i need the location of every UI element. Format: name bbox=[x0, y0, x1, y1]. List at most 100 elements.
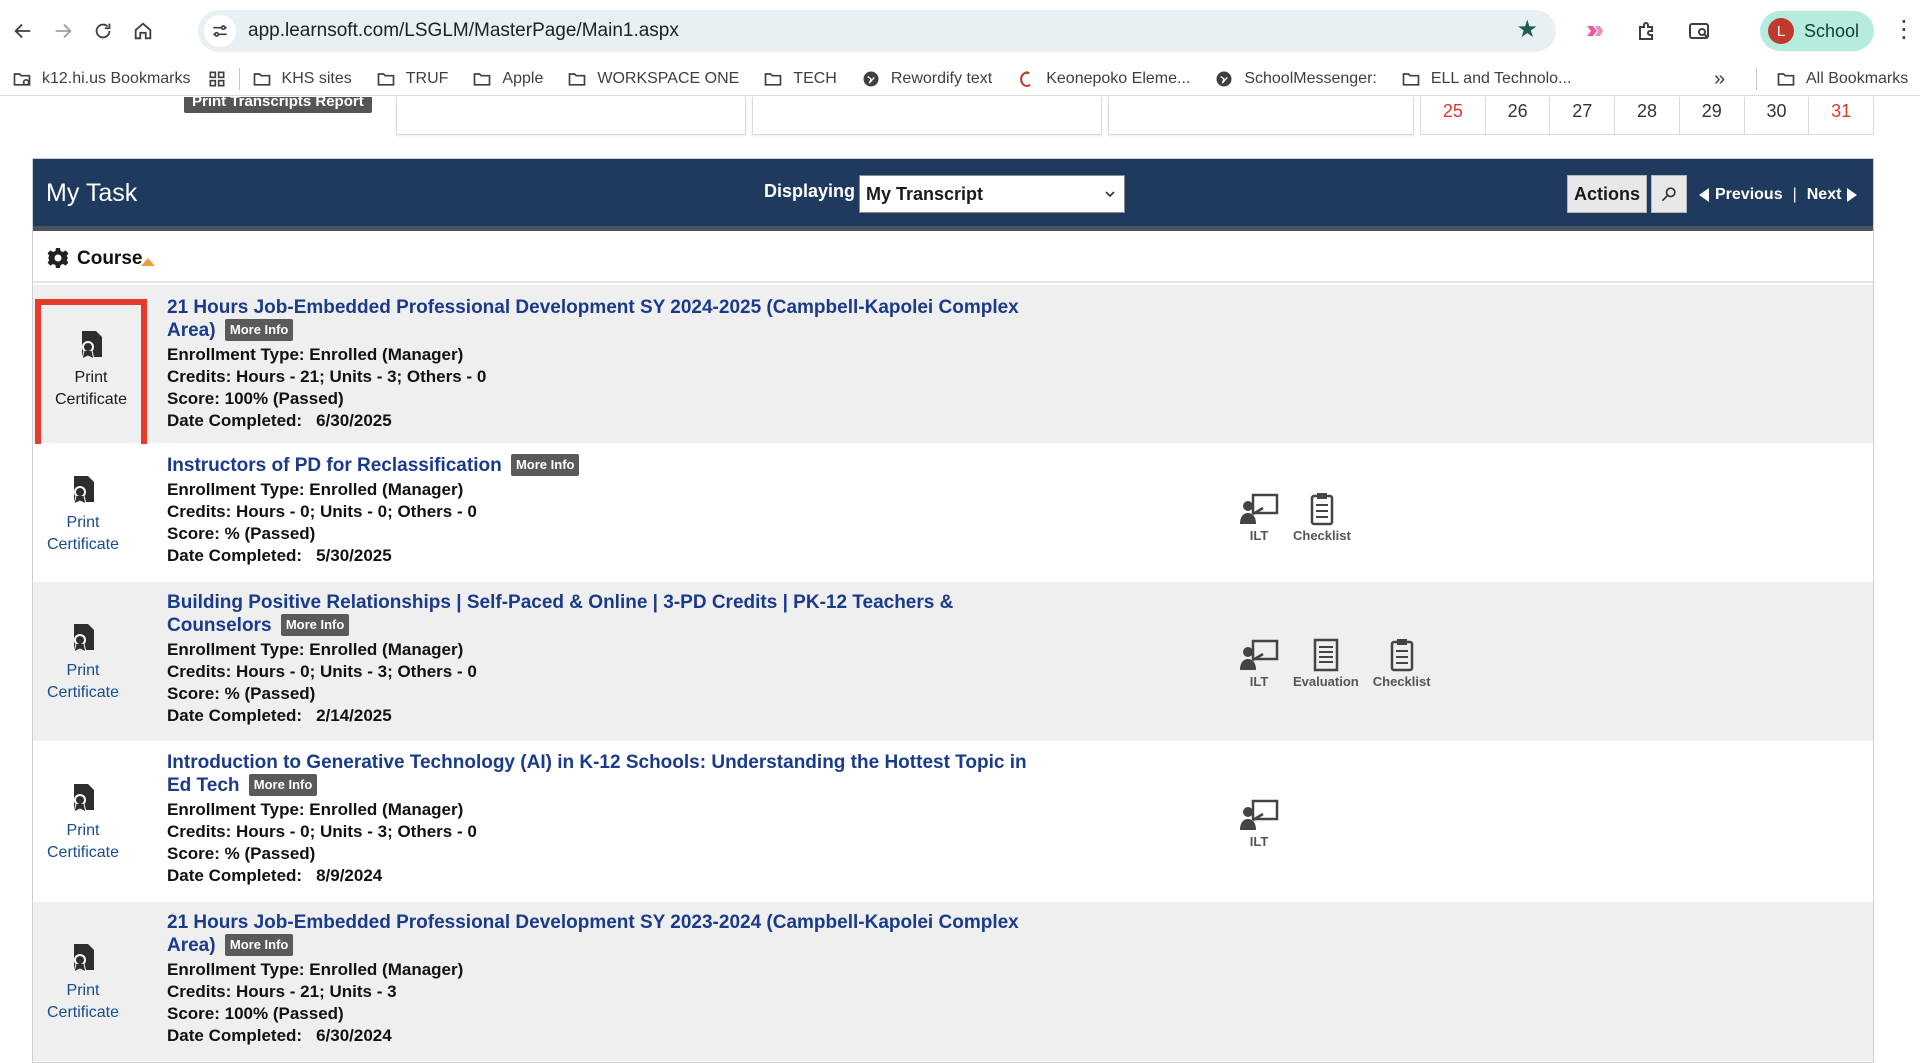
more-menu-icon[interactable]: ⋮ bbox=[1892, 18, 1916, 46]
bookmark-rewordify[interactable]: Rewordify text bbox=[861, 69, 992, 89]
course-title-text[interactable]: Instructors of PD for Reclassification bbox=[167, 455, 502, 476]
score: Score: % (Passed) bbox=[167, 684, 316, 703]
course-title[interactable]: Introduction to Generative Technology (A… bbox=[167, 752, 1027, 797]
course-title-text[interactable]: 21 Hours Job-Embedded Professional Devel… bbox=[167, 297, 1019, 341]
date-completed: Date Completed: 5/30/2025 bbox=[167, 545, 1027, 567]
site-settings-icon[interactable] bbox=[204, 15, 236, 47]
tab-search-icon[interactable] bbox=[1679, 11, 1719, 51]
next-button[interactable]: Next bbox=[1807, 186, 1842, 204]
bookmark-khs-sites[interactable]: KHS sites bbox=[252, 69, 352, 89]
course-title-text[interactable]: 21 Hours Job-Embedded Professional Devel… bbox=[167, 912, 1019, 956]
print-label: Print bbox=[66, 662, 100, 679]
calendar-day[interactable]: 30 bbox=[1745, 97, 1810, 134]
extension-pink-icon[interactable] bbox=[1575, 11, 1615, 51]
actions-button[interactable]: Actions bbox=[1567, 175, 1647, 213]
ilt-icon[interactable]: ILT bbox=[1239, 798, 1279, 849]
more-info-button[interactable]: More Info bbox=[280, 614, 350, 636]
url-text[interactable]: app.learnsoft.com/LSGLM/MasterPage/Main1… bbox=[248, 20, 679, 42]
evaluation-icon[interactable]: Evaluation bbox=[1293, 638, 1359, 689]
course-info: 21 Hours Job-Embedded Professional Devel… bbox=[167, 912, 1027, 1047]
more-info-button[interactable]: More Info bbox=[510, 454, 580, 476]
course-title[interactable]: Instructors of PD for Reclassification M… bbox=[167, 454, 1027, 477]
top-strip: Print Transcripts Report 25 26 27 28 29 … bbox=[0, 97, 1920, 137]
evaluation-label: Evaluation bbox=[1293, 674, 1359, 689]
bookmark-star-icon[interactable]: ★ bbox=[1516, 18, 1538, 42]
course-info: 21 Hours Job-Embedded Professional Devel… bbox=[167, 297, 1027, 432]
search-button[interactable] bbox=[1651, 175, 1687, 213]
print-label: Print bbox=[74, 369, 108, 386]
calendar-day[interactable]: 31 bbox=[1809, 97, 1875, 134]
bookmark-truf[interactable]: TRUF bbox=[376, 69, 448, 89]
calendar-week: 25 26 27 28 29 30 31 bbox=[1420, 97, 1875, 135]
print-certificate-button[interactable]: Print Certificate bbox=[43, 942, 123, 1024]
print-certificate-button[interactable]: Print Certificate bbox=[43, 782, 123, 864]
back-arrow-icon[interactable] bbox=[6, 14, 40, 48]
previous-button[interactable]: Previous bbox=[1715, 186, 1783, 204]
checklist-icon[interactable]: Checklist bbox=[1373, 638, 1431, 689]
all-bookmarks-button[interactable]: All Bookmarks bbox=[1776, 62, 1908, 96]
home-icon[interactable] bbox=[126, 14, 160, 48]
bookmark-apple[interactable]: Apple bbox=[472, 69, 543, 89]
ilt-icon[interactable]: ILT bbox=[1239, 492, 1279, 543]
more-info-button[interactable]: More Info bbox=[224, 319, 294, 341]
bookmarks-bar: k12.hi.us Bookmarks KHS sites TRUF Apple… bbox=[0, 62, 1920, 96]
bookmark-folder-icon bbox=[13, 72, 31, 86]
bookmark-k12[interactable]: k12.hi.us Bookmarks bbox=[12, 69, 191, 89]
reload-icon[interactable] bbox=[86, 14, 120, 48]
print-certificate-label: Print Certificate bbox=[41, 367, 141, 411]
forward-arrow-icon[interactable] bbox=[46, 14, 80, 48]
address-bar[interactable]: app.learnsoft.com/LSGLM/MasterPage/Main1… bbox=[198, 10, 1556, 52]
bookmark-keonepoko[interactable]: Keonepoko Eleme... bbox=[1016, 69, 1190, 89]
print-transcripts-button[interactable]: Print Transcripts Report bbox=[184, 97, 372, 113]
calendar-day[interactable]: 28 bbox=[1615, 97, 1680, 134]
keonepoko-icon bbox=[1020, 70, 1032, 87]
date-completed: Date Completed: 8/9/2024 bbox=[167, 865, 1027, 887]
gear-icon[interactable] bbox=[46, 246, 70, 270]
profile-name: School bbox=[1804, 20, 1860, 41]
course-title[interactable]: Building Positive Relationships | Self-P… bbox=[167, 592, 1027, 637]
calendar-day[interactable]: 27 bbox=[1550, 97, 1616, 134]
print-certificate-button[interactable]: Print Certificate bbox=[43, 474, 123, 556]
more-info-button[interactable]: More Info bbox=[224, 934, 294, 956]
calendar-day[interactable]: 29 bbox=[1680, 97, 1745, 134]
next-arrow-icon[interactable] bbox=[1847, 188, 1858, 202]
folder-icon bbox=[1402, 72, 1420, 86]
sort-ascending-icon[interactable] bbox=[141, 258, 155, 266]
summary-box bbox=[752, 97, 1102, 135]
checklist-icon[interactable]: Checklist bbox=[1293, 492, 1351, 543]
profile-button[interactable]: L School bbox=[1760, 11, 1874, 51]
ilt-icon[interactable]: ILT bbox=[1239, 638, 1279, 689]
previous-arrow-icon[interactable] bbox=[1699, 188, 1709, 202]
calendar-day[interactable]: 26 bbox=[1486, 97, 1551, 134]
bookmark-label: SchoolMessenger: bbox=[1244, 69, 1377, 87]
displaying-select[interactable]: My Transcript bbox=[859, 175, 1125, 213]
ilt-label: ILT bbox=[1249, 834, 1269, 849]
bookmark-ell-technology[interactable]: ELL and Technolo... bbox=[1401, 69, 1571, 89]
course-title[interactable]: 21 Hours Job-Embedded Professional Devel… bbox=[167, 912, 1027, 957]
bookmarks-overflow-button[interactable]: » bbox=[1714, 68, 1725, 91]
summary-box bbox=[396, 97, 746, 135]
certificate-label: Certificate bbox=[46, 684, 120, 701]
apps-grid-icon[interactable] bbox=[207, 69, 227, 89]
more-info-button[interactable]: More Info bbox=[248, 774, 318, 796]
bookmark-label: KHS sites bbox=[281, 69, 352, 87]
course-title[interactable]: 21 Hours Job-Embedded Professional Devel… bbox=[167, 297, 1027, 342]
folder-icon bbox=[569, 72, 586, 86]
course-row: Print Certificate 21 Hours Job-Embedded P… bbox=[33, 902, 1873, 1062]
activity-icons: ILT Checklist bbox=[1239, 492, 1365, 543]
score: Score: % (Passed) bbox=[167, 844, 316, 863]
bookmark-tech[interactable]: TECH bbox=[763, 69, 837, 89]
my-task-panel: My Task Displaying My Transcript Actions… bbox=[32, 158, 1874, 1063]
print-certificate-button[interactable]: Print Certificate bbox=[35, 299, 147, 451]
bookmark-schoolmessenger[interactable]: SchoolMessenger: bbox=[1214, 69, 1377, 89]
print-certificate-button[interactable]: Print Certificate bbox=[43, 622, 123, 704]
course-list: Print Certificate 21 Hours Job-Embedded P… bbox=[33, 285, 1873, 1062]
calendar-day[interactable]: 25 bbox=[1421, 97, 1486, 134]
sort-course-label[interactable]: Course bbox=[77, 248, 142, 270]
extensions-puzzle-icon[interactable] bbox=[1627, 11, 1667, 51]
bookmark-workspace-one[interactable]: WORKSPACE ONE bbox=[567, 69, 739, 89]
bookmark-label: Rewordify text bbox=[890, 69, 993, 87]
bookmark-label: k12.hi.us Bookmarks bbox=[42, 69, 191, 87]
course-row: Print Certificate 21 Hours Job-Embedded P… bbox=[33, 285, 1873, 451]
folder-icon bbox=[377, 72, 395, 86]
